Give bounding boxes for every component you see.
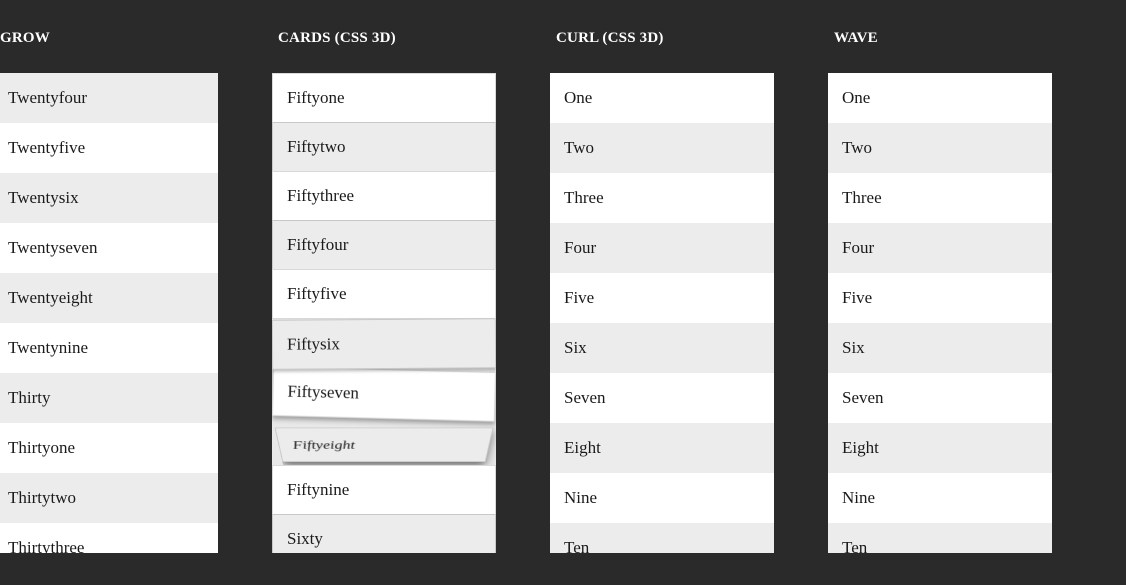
list-item[interactable]: Eight xyxy=(828,423,1052,473)
list-scroll-grow[interactable]: OneTwoThreeFourFiveSixSevenEightNineTenE… xyxy=(0,73,218,553)
list-item[interactable]: Twentyseven xyxy=(0,223,218,273)
column-heading-curl: CURL (CSS 3D) xyxy=(556,30,774,47)
list-item[interactable]: Twentysix xyxy=(0,173,218,223)
list-item[interactable]: Ten xyxy=(550,523,774,553)
list-grow: OneTwoThreeFourFiveSixSevenEightNineTenE… xyxy=(0,73,218,553)
list-item[interactable]: Twentyeight xyxy=(0,273,218,323)
list-cards: OneTwoThreeFourFiveSixSevenEightNineTenE… xyxy=(272,73,496,553)
column-cards: CARDS (CSS 3D) OneTwoThreeFourFiveSixSev… xyxy=(272,30,496,585)
list-item[interactable]: Twentyfour xyxy=(0,73,218,123)
list-item[interactable]: Nine xyxy=(550,473,774,523)
list-item[interactable]: Four xyxy=(550,223,774,273)
list-curl: OneTwoThreeFourFiveSixSevenEightNineTenE… xyxy=(550,73,774,553)
list-item[interactable]: Six xyxy=(550,323,774,373)
columns-container: GROW OneTwoThreeFourFiveSixSevenEightNin… xyxy=(0,0,1126,585)
list-item[interactable]: Two xyxy=(828,123,1052,173)
list-item[interactable]: Nine xyxy=(828,473,1052,523)
list-item[interactable]: Seven xyxy=(828,373,1052,423)
list-item[interactable]: Fiftyfive xyxy=(272,269,496,319)
list-item[interactable]: Thirtythree xyxy=(0,523,218,553)
list-item[interactable]: One xyxy=(550,73,774,123)
list-item[interactable]: Five xyxy=(550,273,774,323)
list-item[interactable]: Thirtyone xyxy=(0,423,218,473)
list-item[interactable]: Four xyxy=(828,223,1052,273)
list-item[interactable]: Fiftyfour xyxy=(272,220,496,270)
list-item[interactable]: Two xyxy=(550,123,774,173)
list-item[interactable]: Three xyxy=(828,173,1052,223)
list-item[interactable]: Thirtytwo xyxy=(0,473,218,523)
list-wave: OneTwoThreeFourFiveSixSevenEightNineTenE… xyxy=(828,73,1052,553)
list-item[interactable]: Fiftythree xyxy=(272,171,496,221)
list-item[interactable]: Fiftyeight xyxy=(275,428,494,462)
list-scroll-cards[interactable]: OneTwoThreeFourFiveSixSevenEightNineTenE… xyxy=(272,73,496,553)
list-item[interactable]: Twentynine xyxy=(0,323,218,373)
list-item[interactable]: Fiftyone xyxy=(272,73,496,123)
list-item[interactable]: Fiftynine xyxy=(272,465,496,515)
column-heading-grow: GROW xyxy=(0,30,218,47)
column-heading-wave: WAVE xyxy=(834,30,1052,47)
list-item[interactable]: Three xyxy=(550,173,774,223)
list-item[interactable]: Six xyxy=(828,323,1052,373)
list-item[interactable]: Ten xyxy=(828,523,1052,553)
list-item[interactable]: Eight xyxy=(550,423,774,473)
list-scroll-wave[interactable]: OneTwoThreeFourFiveSixSevenEightNineTenE… xyxy=(828,73,1052,553)
list-item[interactable]: One xyxy=(828,73,1052,123)
list-item[interactable]: Five xyxy=(828,273,1052,323)
list-item[interactable]: Seven xyxy=(550,373,774,423)
column-heading-cards: CARDS (CSS 3D) xyxy=(278,30,496,47)
list-item[interactable]: Sixty xyxy=(272,514,496,553)
column-grow: GROW OneTwoThreeFourFiveSixSevenEightNin… xyxy=(0,30,218,585)
list-scroll-curl[interactable]: OneTwoThreeFourFiveSixSevenEightNineTenE… xyxy=(550,73,774,553)
column-curl: CURL (CSS 3D) OneTwoThreeFourFiveSixSeve… xyxy=(550,30,774,585)
list-item[interactable]: Thirty xyxy=(0,373,218,423)
list-item[interactable]: Fiftytwo xyxy=(272,122,496,172)
column-wave: WAVE OneTwoThreeFourFiveSixSevenEightNin… xyxy=(828,30,1052,585)
list-item[interactable]: Twentyfive xyxy=(0,123,218,173)
list-item[interactable]: Fiftyseven xyxy=(272,366,496,422)
list-item[interactable]: Fiftysix xyxy=(272,318,496,370)
